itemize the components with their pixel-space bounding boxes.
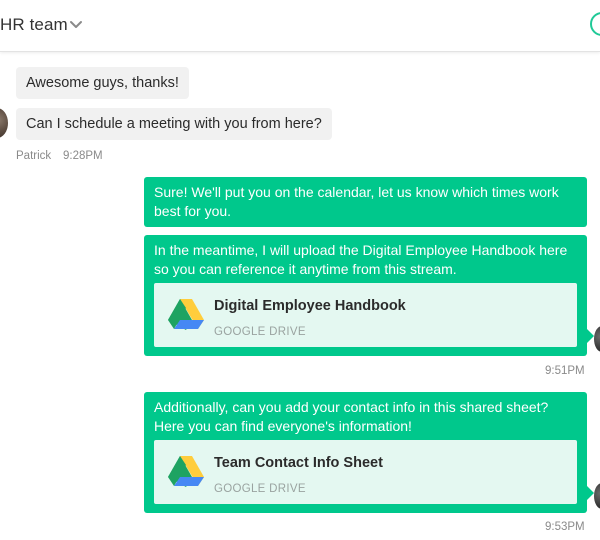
avatar[interactable] bbox=[0, 108, 8, 138]
google-drive-icon bbox=[168, 299, 204, 330]
message-text: Sure! We'll put you on the calendar, let… bbox=[154, 184, 559, 219]
attachment-card[interactable]: Team Contact Info Sheet GOOGLE DRIVE bbox=[154, 440, 577, 504]
attachment-name: Team Contact Info Sheet bbox=[214, 455, 383, 471]
avatar[interactable] bbox=[594, 326, 600, 352]
attachment-source: GOOGLE DRIVE bbox=[214, 326, 306, 338]
bubble-pointer bbox=[587, 329, 594, 343]
incoming-message: Awesome guys, thanks! bbox=[16, 67, 189, 99]
stream-title[interactable]: HR team bbox=[0, 15, 68, 35]
message-timestamp: 9:51PM bbox=[545, 365, 585, 377]
google-drive-icon bbox=[168, 456, 204, 487]
bubble-pointer bbox=[587, 486, 594, 500]
outgoing-message: Additionally, can you add your contact i… bbox=[144, 392, 594, 513]
chat-header: HR team bbox=[0, 0, 600, 52]
incoming-message: Can I schedule a meeting with you from h… bbox=[16, 108, 332, 140]
attachment-name: Digital Employee Handbook bbox=[214, 298, 406, 314]
message-timestamp: 9:28PM bbox=[63, 150, 103, 162]
message-text: Additionally, can you add your contact i… bbox=[154, 399, 549, 434]
avatar[interactable] bbox=[594, 483, 600, 509]
message-text: In the meantime, I will upload the Digit… bbox=[154, 242, 568, 277]
outgoing-message: Sure! We'll put you on the calendar, let… bbox=[144, 177, 587, 227]
attachment-card[interactable]: Digital Employee Handbook GOOGLE DRIVE bbox=[154, 283, 577, 347]
message-sender: Patrick bbox=[16, 150, 52, 162]
message-timestamp: 9:53PM bbox=[545, 521, 585, 533]
attachment-source: GOOGLE DRIVE bbox=[214, 483, 306, 495]
header-action-button[interactable] bbox=[590, 12, 600, 36]
outgoing-message: In the meantime, I will upload the Digit… bbox=[144, 235, 594, 356]
chevron-down-icon[interactable] bbox=[68, 16, 84, 32]
